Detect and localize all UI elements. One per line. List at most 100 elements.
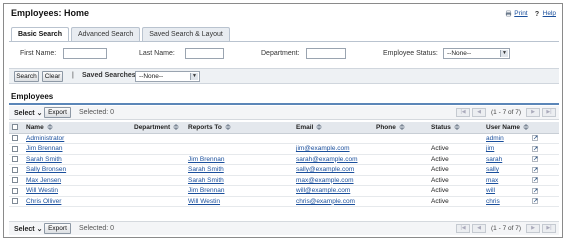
column-header-department[interactable]: Department [131,122,185,134]
cell-reports-to: Will Westin [185,196,293,207]
name-link[interactable]: Will Westin [26,187,58,194]
row-checkbox[interactable] [9,154,23,165]
column-header-reports-to[interactable]: Reports To [185,122,293,134]
name-link[interactable]: Max Jensen [26,177,61,184]
column-header-email[interactable]: Email [293,122,373,134]
email-link[interactable]: will@example.com [296,187,350,194]
first-name-field[interactable] [63,48,107,59]
column-header-name[interactable]: Name [23,122,131,134]
sort-arrows-icon [224,124,231,131]
row-action[interactable] [529,196,559,207]
row-checkbox[interactable] [9,175,23,186]
employees-home-window: Employees: Home Print ? Help Basic Searc… [3,3,563,238]
first-page-icon[interactable]: |◀ [456,108,471,117]
user-name-link[interactable]: max [486,177,498,184]
reports-to-link[interactable]: Sarah Smith [188,177,224,184]
email-link[interactable]: jim@example.com [296,145,350,152]
department-field[interactable] [306,48,346,59]
table-row[interactable]: Administrator admin [9,133,559,144]
prev-page-icon[interactable]: ◀ [472,108,487,117]
next-page-icon[interactable]: ▶ [526,108,540,117]
cell-status: Active [428,143,483,155]
user-name-link[interactable]: will [486,187,495,194]
chevron-down-icon: ▼ [500,50,508,57]
row-checkbox[interactable] [9,133,23,144]
select-all-checkbox[interactable] [9,122,23,134]
user-name-link[interactable]: admin [486,135,504,142]
table-row[interactable]: Will Westin Jim Brennan will@example.com Ac… [9,185,559,197]
table-row[interactable]: Sarah Smith Jim Brennan sarah@example.com A… [9,154,559,165]
sort-arrows-icon [453,124,460,131]
user-name-link[interactable]: chris [486,198,500,205]
employees-table: Name Department Reports To Email Phone S… [9,122,559,207]
row-action[interactable] [529,154,559,165]
name-link[interactable]: Chris Olliver [26,198,61,205]
next-page-icon[interactable]: ▶ [526,224,540,233]
row-action[interactable] [529,164,559,176]
last-page-icon[interactable]: ▶| [542,224,556,233]
cell-email: sarah@example.com [293,154,373,165]
cell-status: Active [428,196,483,207]
row-action[interactable] [529,175,559,186]
row-checkbox[interactable] [9,196,23,207]
reports-to-link[interactable]: Jim Brennan [188,156,225,163]
cell-department [131,154,185,165]
column-header-phone[interactable]: Phone [373,122,428,134]
export-button[interactable]: Export [44,223,71,234]
search-tabs: Basic Search Advanced Search Saved Searc… [11,27,230,42]
table-row[interactable]: Sally Bronsen Sarah Smith sally@example.co… [9,164,559,176]
row-action[interactable] [529,185,559,197]
cell-department [131,164,185,176]
open-record-icon [532,135,538,141]
row-checkbox[interactable] [9,143,23,155]
last-name-field[interactable] [185,48,224,59]
name-link[interactable]: Administrator [26,135,64,142]
page-range: (1 - 7 of 7) [491,109,521,116]
employee-status-select[interactable]: --None-- ▼ [443,48,510,59]
column-header-status[interactable]: Status [428,122,483,134]
email-link[interactable]: sarah@example.com [296,156,358,163]
name-link[interactable]: Jim Brennan [26,145,63,152]
sort-arrows-icon [46,124,53,131]
row-action[interactable] [529,133,559,144]
email-link[interactable]: chris@example.com [296,198,355,205]
cell-name: Chris Olliver [23,196,131,207]
help-link[interactable]: ? Help [534,10,557,17]
row-action[interactable] [529,143,559,155]
column-header-user-name[interactable]: User Name [483,122,529,134]
reports-to-link[interactable]: Will Westin [188,198,220,205]
tab-saved-search-layout[interactable]: Saved Search & Layout [142,27,230,41]
search-button-bar: Search Clear | Saved Searches --None-- ▼ [9,68,559,84]
row-checkbox[interactable] [9,185,23,197]
reports-to-link[interactable]: Sarah Smith [188,166,224,173]
select-menu[interactable]: Select ⌄ [14,225,42,233]
email-link[interactable]: sally@example.com [296,166,354,173]
user-name-link[interactable]: sarah [486,156,502,163]
table-row[interactable]: Max Jensen Sarah Smith max@example.com Acti… [9,175,559,186]
last-page-icon[interactable]: ▶| [542,108,556,117]
name-link[interactable]: Sally Bronsen [26,166,66,173]
search-button[interactable]: Search [14,71,39,82]
select-menu[interactable]: Select ⌄ [14,109,42,117]
table-row[interactable]: Jim Brennan jim@example.com Active jim [9,143,559,155]
name-link[interactable]: Sarah Smith [26,156,62,163]
user-name-link[interactable]: sally [486,166,499,173]
table-row[interactable]: Chris Olliver Will Westin chris@example.co… [9,196,559,207]
open-record-icon [532,198,538,204]
open-record-icon [532,177,538,183]
clear-button[interactable]: Clear [42,71,63,82]
cell-status [428,133,483,144]
print-link[interactable]: Print [505,10,528,17]
email-link[interactable]: max@example.com [296,177,354,184]
user-name-link[interactable]: jim [486,145,494,152]
checkbox-icon [12,135,18,142]
tab-advanced-search[interactable]: Advanced Search [70,27,141,41]
prev-page-icon[interactable]: ◀ [472,224,487,233]
cell-department [131,175,185,186]
reports-to-link[interactable]: Jim Brennan [188,187,225,194]
row-checkbox[interactable] [9,164,23,176]
first-page-icon[interactable]: |◀ [456,224,471,233]
tab-basic-search[interactable]: Basic Search [11,27,69,42]
export-button[interactable]: Export [44,107,71,118]
saved-searches-select[interactable]: --None-- ▼ [135,71,200,82]
